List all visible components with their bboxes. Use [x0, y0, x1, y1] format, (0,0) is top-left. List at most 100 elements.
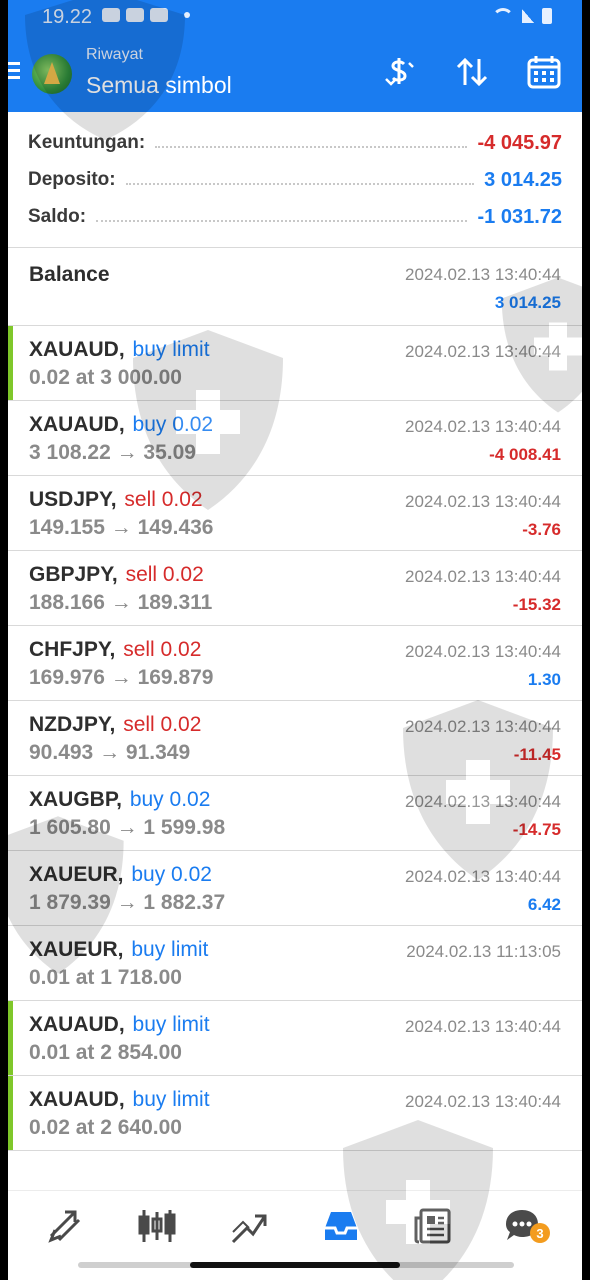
balance-row[interactable]: Balance 2024.02.13 13:40:44 3 014.25	[8, 249, 582, 326]
deal-title: USDJPY, sell 0.02	[29, 488, 203, 512]
symbol-filter[interactable]: Semua simbol	[86, 72, 232, 99]
deal-title: CHFJPY, sell 0.02	[29, 638, 201, 662]
youtube-icon	[126, 8, 144, 22]
chat-icon[interactable]: 3	[492, 1205, 552, 1247]
deal-action: sell 0.02	[123, 638, 202, 661]
leader-dots	[125, 183, 475, 185]
gesture-handle[interactable]	[190, 1262, 400, 1268]
wifi-icon	[492, 8, 514, 24]
deal-detail: 0.01 at 2 854.00	[29, 1041, 182, 1064]
chart-candles-icon[interactable]	[132, 1205, 182, 1247]
more-notifications-dot	[184, 12, 190, 18]
balance-row-amount: 3 014.25	[494, 293, 561, 312]
account-summary: Keuntungan: -4 045.97 Deposito: 3 014.25…	[8, 112, 582, 248]
deal-action: sell 0.02	[123, 713, 202, 736]
deal-action: sell 0.02	[124, 488, 203, 511]
deal-row[interactable]: XAUAUD, buy limit 0.02 at 2 640.00 2024.02…	[8, 1076, 582, 1151]
deal-title: XAUAUD, buy 0.02	[29, 413, 213, 437]
deal-symbol: XAUAUD,	[29, 1088, 125, 1111]
status-bar: 19.22	[8, 0, 582, 32]
battery-icon	[542, 8, 552, 24]
deal-row[interactable]: XAUAUD, buy limit 0.02 at 3 000.00 2024.02…	[8, 326, 582, 401]
page-subtitle: Riwayat	[86, 46, 143, 63]
deal-detail: 0.02 at 3 000.00	[29, 366, 182, 389]
menu-icon[interactable]	[8, 62, 20, 83]
deal-row[interactable]: XAUAUD, buy 0.02 3 108.22 → 35.09 2024.02.…	[8, 401, 582, 476]
deal-symbol: CHFJPY,	[29, 638, 116, 661]
deal-action: buy limit	[132, 338, 210, 361]
deal-symbol: XAUAUD,	[29, 413, 125, 436]
deal-symbol: NZDJPY,	[29, 713, 116, 736]
system-icons	[492, 8, 552, 24]
deal-action: buy 0.02	[132, 413, 214, 436]
deal-time: 2024.02.13 13:40:44	[405, 492, 561, 511]
deal-row[interactable]: CHFJPY, sell 0.02 169.976 → 169.879 2024.0…	[8, 626, 582, 701]
screen: 19.22 Riwayat Semua simbol Keuntungan: -…	[8, 0, 582, 1280]
deal-detail: 3 108.22 → 35.09	[29, 441, 196, 464]
deal-row[interactable]: XAUEUR, buy limit 0.01 at 1 718.00 2024.02…	[8, 926, 582, 1001]
deal-row[interactable]: GBPJPY, sell 0.02 188.166 → 189.311 2024.0…	[8, 551, 582, 626]
deal-row[interactable]: USDJPY, sell 0.02 149.155 → 149.436 2024.0…	[8, 476, 582, 551]
deal-detail: 149.155 → 149.436	[29, 516, 214, 539]
history-icon[interactable]	[316, 1205, 366, 1247]
balance-summary-row: Saldo: -1 031.72	[28, 202, 562, 232]
news-icon[interactable]	[408, 1205, 458, 1247]
deal-row[interactable]: NZDJPY, sell 0.02 90.493 → 91.349 2024.02.…	[8, 701, 582, 776]
deal-detail: 1 605.80 → 1 599.98	[29, 816, 226, 839]
balance-row-time: 2024.02.13 13:40:44	[405, 265, 561, 284]
pending-order-marker	[8, 1076, 13, 1150]
deal-symbol: XAUAUD,	[29, 1013, 125, 1036]
balance-value: -1 031.72	[477, 205, 562, 228]
deal-time: 2024.02.13 13:40:44	[405, 717, 561, 736]
gallery-icon	[102, 8, 120, 22]
deal-profit: 6.42	[527, 895, 561, 914]
notification-icons	[102, 8, 168, 22]
deal-row[interactable]: XAUEUR, buy 0.02 1 879.39 → 1 882.37 2024.…	[8, 851, 582, 926]
deal-title: GBPJPY, sell 0.02	[29, 563, 204, 587]
deal-title: XAUAUD, buy limit	[29, 338, 210, 362]
app-bar-actions	[382, 54, 562, 90]
quotes-icon[interactable]	[40, 1205, 90, 1247]
deal-action: buy limit	[131, 938, 209, 961]
deal-symbol: USDJPY,	[29, 488, 117, 511]
deal-title: NZDJPY, sell 0.02	[29, 713, 201, 737]
deal-detail: 188.166 → 189.311	[29, 591, 213, 614]
deal-time: 2024.02.13 13:40:44	[405, 642, 561, 661]
pending-order-marker	[8, 326, 13, 400]
profit-label: Keuntungan:	[28, 132, 146, 153]
balance-label: Saldo:	[28, 206, 87, 227]
deal-title: XAUAUD, buy limit	[29, 1013, 210, 1037]
deal-row[interactable]: XAUAUD, buy limit 0.01 at 2 854.00 2024.02…	[8, 1001, 582, 1076]
deposit-value: 3 014.25	[484, 168, 562, 191]
chat-badge: 3	[530, 1223, 550, 1243]
deal-profit: -11.45	[513, 745, 561, 764]
deal-action: sell 0.02	[125, 563, 204, 586]
calendar-icon[interactable]	[526, 54, 562, 90]
balance-row-label: Balance	[29, 263, 110, 286]
deal-detail: 0.02 at 2 640.00	[29, 1116, 182, 1139]
deal-action: buy limit	[132, 1013, 210, 1036]
deal-detail: 90.493 → 91.349	[29, 741, 191, 764]
deal-title: XAUGBP, buy 0.02	[29, 788, 210, 812]
deal-symbol: XAUEUR,	[29, 863, 124, 886]
app-logo	[32, 54, 72, 94]
sort-icon[interactable]	[454, 54, 490, 90]
deal-time: 2024.02.13 13:40:44	[405, 1092, 561, 1111]
currency-sort-icon[interactable]	[382, 54, 418, 90]
deal-time: 2024.02.13 11:13:05	[406, 942, 561, 961]
deal-action: buy limit	[132, 1088, 210, 1111]
deal-time: 2024.02.13 13:40:44	[405, 417, 561, 436]
deposit-label: Deposito:	[28, 169, 116, 190]
profit-row: Keuntungan: -4 045.97	[28, 128, 562, 158]
deal-symbol: GBPJPY,	[29, 563, 118, 586]
deal-detail: 0.01 at 1 718.00	[29, 966, 182, 989]
pending-order-marker	[8, 1001, 13, 1075]
signal-icon	[522, 9, 534, 23]
leader-dots	[96, 220, 468, 222]
deal-time: 2024.02.13 13:40:44	[405, 342, 561, 361]
deal-time: 2024.02.13 13:40:44	[405, 867, 561, 886]
profit-value: -4 045.97	[477, 131, 562, 154]
deal-row[interactable]: XAUGBP, buy 0.02 1 605.80 → 1 599.98 2024.…	[8, 776, 582, 851]
deal-action: buy 0.02	[129, 788, 211, 811]
trade-icon[interactable]	[224, 1205, 274, 1247]
